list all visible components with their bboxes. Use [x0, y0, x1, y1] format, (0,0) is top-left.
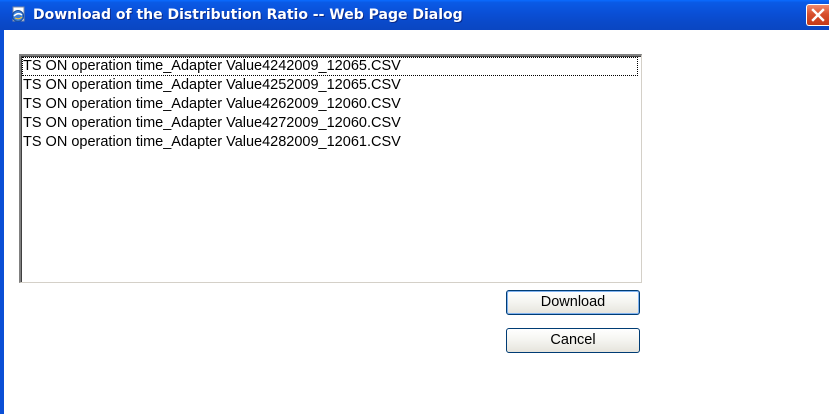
title-bar[interactable]: Download of the Distribution Ratio -- We…: [0, 0, 829, 30]
dialog-title: Download of the Distribution Ratio -- We…: [33, 7, 463, 23]
cancel-button[interactable]: Cancel: [506, 328, 640, 353]
web-page-dialog: Download of the Distribution Ratio -- We…: [0, 0, 829, 414]
file-list-items: TS ON operation time_Adapter Value424200…: [21, 56, 641, 282]
file-list-item[interactable]: TS ON operation time_Adapter Value428200…: [22, 133, 641, 152]
ie-page-icon: [10, 6, 28, 24]
file-listbox[interactable]: TS ON operation time_Adapter Value424200…: [19, 54, 642, 283]
close-icon: [811, 8, 825, 22]
close-button[interactable]: [806, 4, 829, 26]
download-button[interactable]: Download: [506, 290, 640, 315]
file-list-item[interactable]: TS ON operation time_Adapter Value425200…: [22, 76, 641, 95]
window-border: [0, 30, 4, 414]
file-list-item[interactable]: TS ON operation time_Adapter Value427200…: [22, 114, 641, 133]
file-list-item[interactable]: TS ON operation time_Adapter Value424200…: [22, 57, 638, 76]
file-list-item[interactable]: TS ON operation time_Adapter Value426200…: [22, 95, 641, 114]
